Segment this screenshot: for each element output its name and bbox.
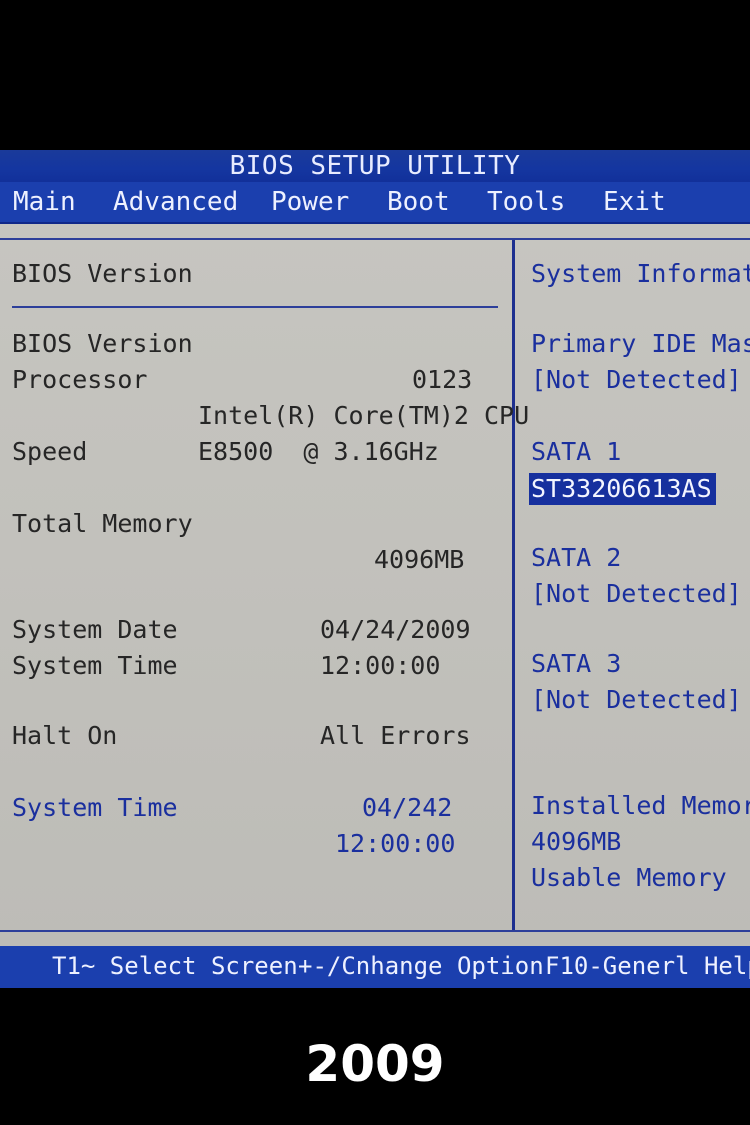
tab-tools[interactable]: Tools: [487, 184, 565, 220]
installed-memory-label: Installed Memory: [531, 791, 750, 820]
sata3-value: [Not Detected]: [531, 685, 742, 714]
tab-boot[interactable]: Boot: [387, 184, 450, 220]
year-caption: 2009: [305, 1035, 445, 1093]
tab-power[interactable]: Power: [271, 184, 349, 220]
system-time-selected-date[interactable]: 04/242: [362, 792, 452, 824]
speed-value: E8500 @ 3.16GHz: [198, 437, 439, 466]
usable-memory-label: Usable Memory: [531, 863, 727, 892]
sata1-label: SATA 1: [531, 437, 622, 466]
system-time-value[interactable]: 12:00:00: [320, 650, 440, 682]
system-time-selected-time[interactable]: 12:00:00: [335, 828, 455, 860]
halt-on-label[interactable]: Halt On: [12, 720, 117, 752]
sata3-label: SATA 3: [531, 649, 622, 678]
hint-change-option: +-/Cnhange Option: [298, 952, 544, 980]
system-date-label[interactable]: System Date: [12, 614, 178, 646]
sata1-value[interactable]: ST33206613AS: [529, 473, 716, 505]
sata2-label: SATA 2: [531, 543, 622, 572]
divider-vertical: [512, 240, 515, 932]
installed-memory-value: 4096MB: [531, 827, 622, 856]
system-time-label[interactable]: System Time: [12, 650, 178, 682]
tab-advanced[interactable]: Advanced: [113, 184, 238, 220]
system-time-selected-label[interactable]: System Time: [12, 792, 178, 824]
total-memory-value: 4096MB: [374, 545, 465, 574]
window-title: BIOS SETUP UTILITY: [0, 150, 750, 182]
tab-main[interactable]: Main: [13, 184, 76, 220]
right-heading: System Informatic: [531, 259, 750, 288]
tab-exit[interactable]: Exit: [603, 184, 666, 220]
processor-value: 0123: [412, 365, 473, 394]
status-bar: T1~ Select Screen +-/Cnhange Option F10-…: [0, 946, 750, 988]
system-date-value[interactable]: 04/24/2009: [320, 614, 471, 646]
halt-on-value[interactable]: All Errors: [320, 720, 471, 752]
divider-top: [0, 238, 750, 240]
sata2-value: [Not Detected]: [531, 579, 742, 608]
heading-divider: [12, 306, 498, 308]
speed-label: Speed: [12, 437, 88, 466]
processor-label: Processor: [12, 365, 148, 394]
cpu-name: Intel(R) Core(TM)2 CPU: [198, 401, 530, 430]
divider-bottom: [0, 930, 750, 932]
hint-general-help: F10-Generl Help: [545, 952, 750, 980]
total-memory-label: Total Memory: [12, 509, 193, 538]
left-heading: BIOS Version: [12, 259, 193, 288]
primary-ide-label: Primary IDE Maste: [531, 329, 750, 358]
menu-bar: Main Advanced Power Boot Tools Exit: [0, 182, 750, 224]
bios-screen: BIOS SETUP UTILITY Main Advanced Power B…: [0, 150, 750, 988]
hint-select-screen: T1~ Select Screen: [52, 952, 298, 980]
main-panel: BIOS Version BIOS Version Processor 0123…: [0, 224, 750, 946]
bios-version-label: BIOS Version: [12, 329, 193, 358]
primary-ide-value: [Not Detected]: [531, 365, 742, 394]
